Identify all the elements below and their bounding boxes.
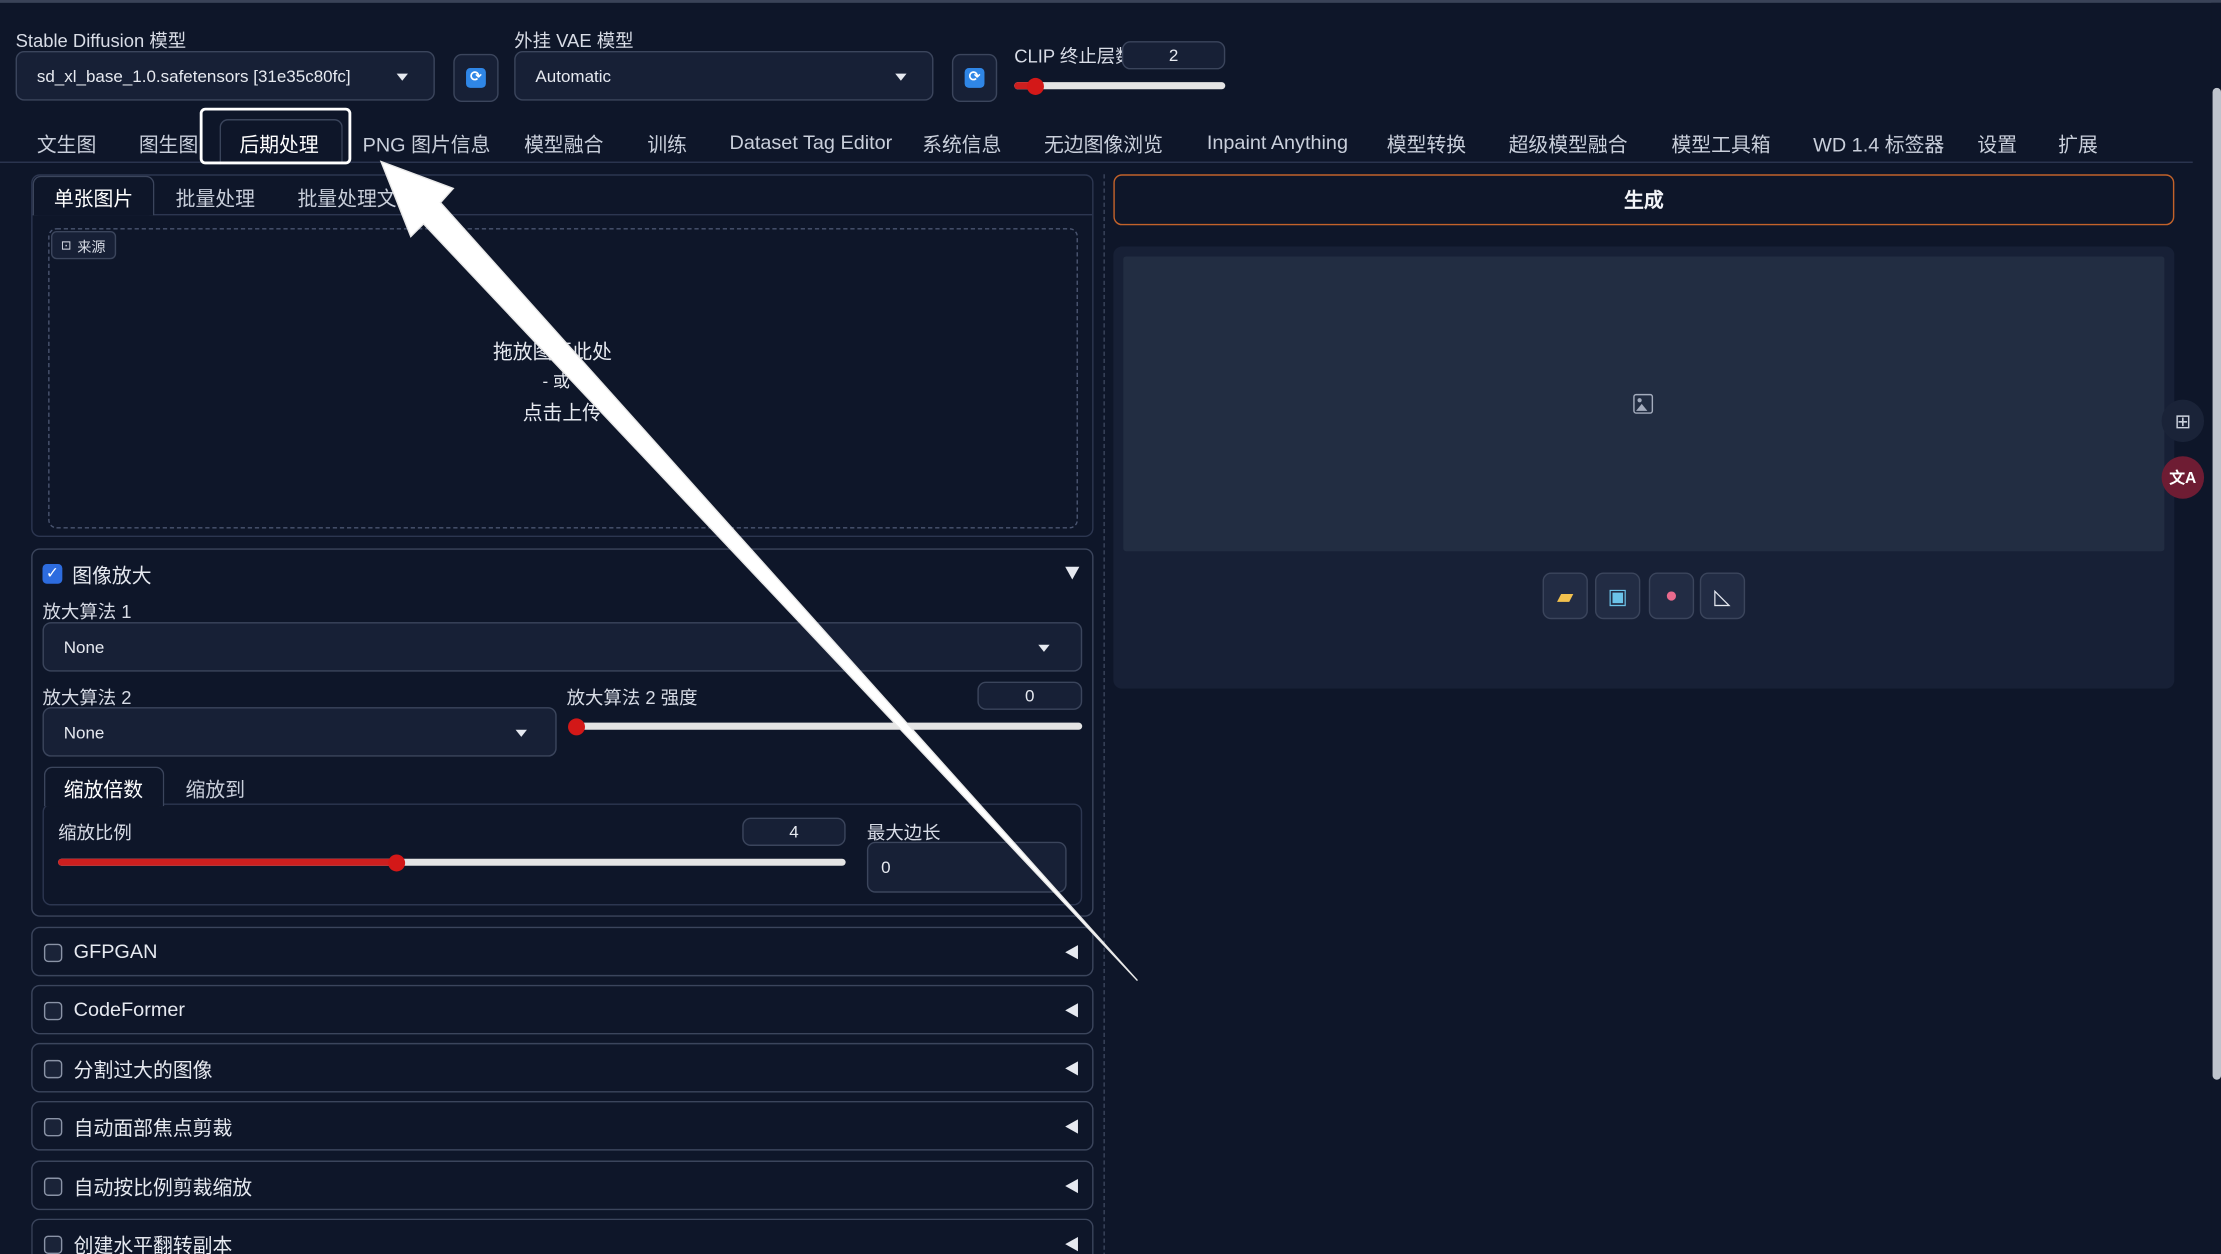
app-window: Stable Diffusion 模型 sd_xl_base_1.0.safet… <box>0 0 2221 1254</box>
annotation-arrow <box>379 160 1138 982</box>
